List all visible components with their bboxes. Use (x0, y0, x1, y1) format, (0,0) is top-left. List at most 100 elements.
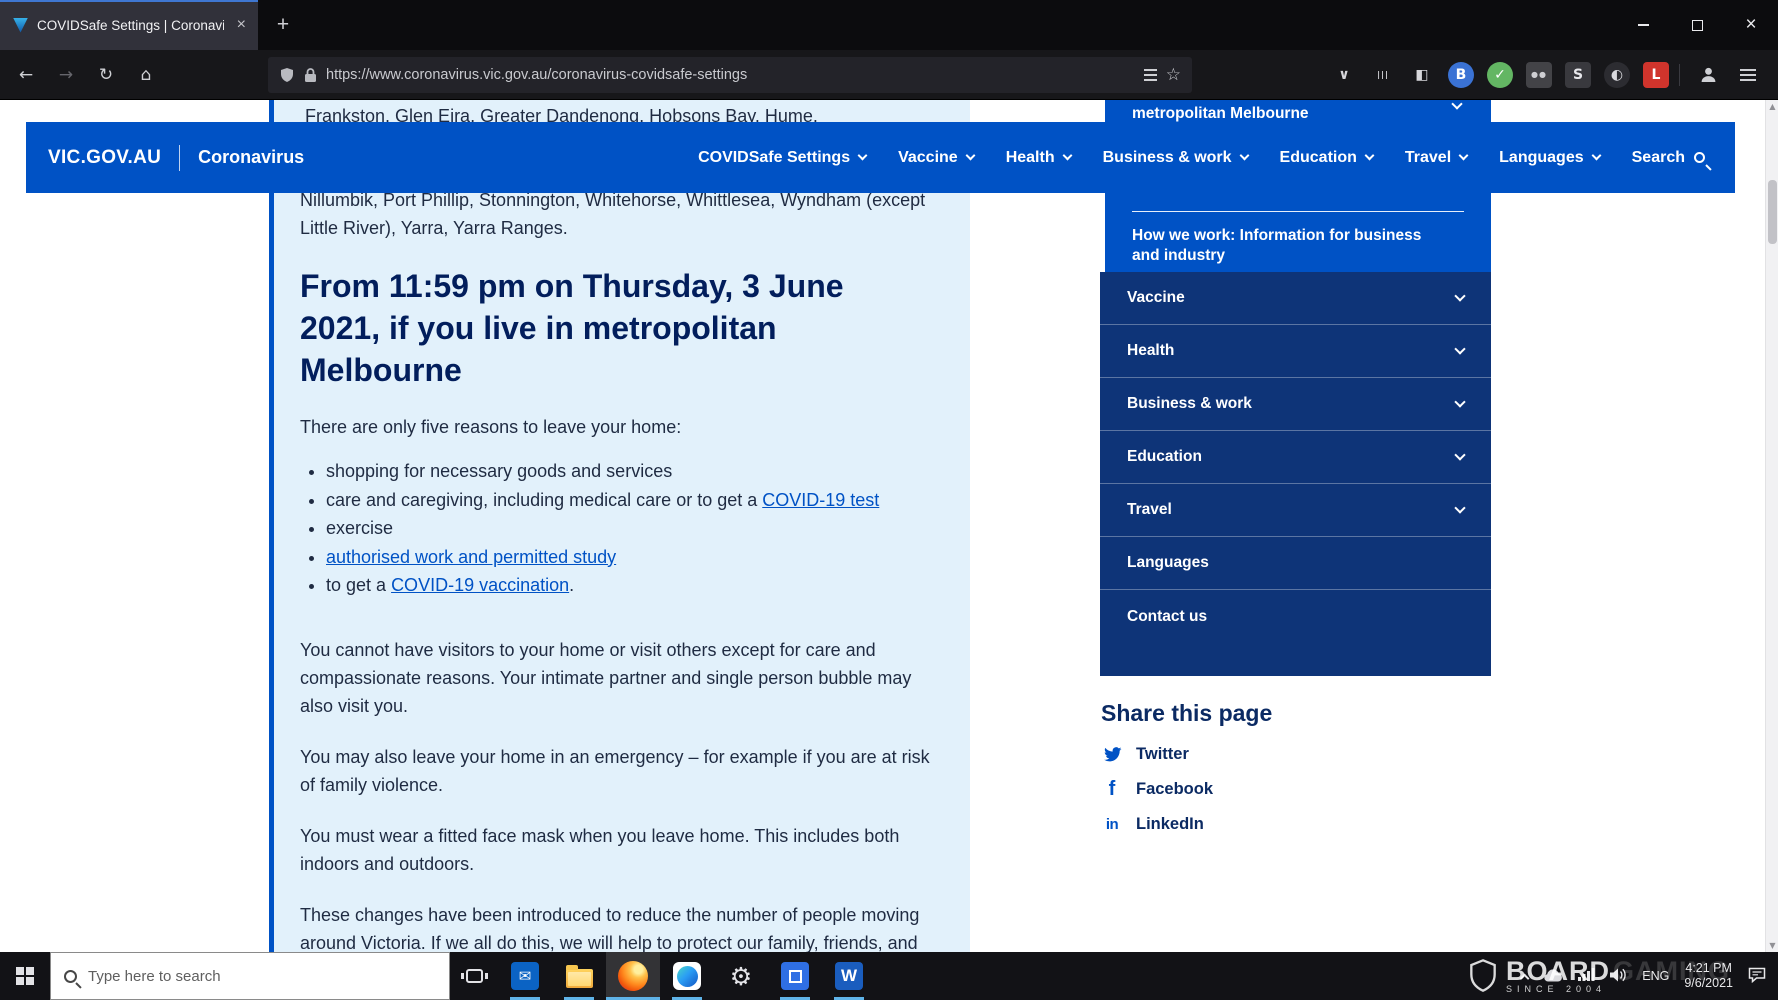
browser-toolbar: ← → ↻ ⌂ https://www.coronavirus.vic.gov.… (0, 50, 1778, 100)
bitwarden-icon[interactable]: B (1448, 62, 1474, 88)
nav-item-education[interactable]: Education (1280, 149, 1373, 167)
taskbar-clock[interactable]: 4:21 PM 9/6/2021 (1684, 961, 1733, 991)
list-item: exercise (326, 514, 930, 543)
nav-item-business-work[interactable]: Business & work (1103, 149, 1248, 167)
task-view-button[interactable] (450, 952, 498, 1000)
sidebar-item-contact-us[interactable]: Contact us (1100, 590, 1491, 643)
back-button[interactable]: ← (8, 58, 44, 92)
tab-close-icon[interactable]: × (233, 16, 250, 34)
sidebar-item-how-we-work[interactable]: How we work: Information for business an… (1132, 226, 1433, 266)
sidebar-item-label: Health (1127, 342, 1174, 360)
inline-link[interactable]: authorised work and permitted study (326, 547, 616, 567)
reasons-list: shopping for necessary goods and service… (305, 457, 930, 600)
window-close-button[interactable]: × (1724, 0, 1778, 50)
site-brand[interactable]: VIC.GOV.AU Coronavirus (48, 145, 304, 171)
tracking-protection-shield-icon[interactable] (279, 67, 295, 83)
chevron-down-icon (1454, 396, 1465, 407)
chevron-down-icon (1062, 151, 1072, 161)
sidebar-item-health[interactable]: Health (1100, 325, 1491, 378)
share-linkedin-link[interactable]: inLinkedIn (1101, 815, 1481, 834)
new-tab-button[interactable]: + (266, 8, 300, 42)
task-view-icon (466, 969, 483, 983)
share-facebook-link[interactable]: fFacebook (1101, 778, 1481, 801)
scrollbar-thumb[interactable] (1768, 180, 1777, 244)
lock-icon[interactable] (304, 67, 317, 83)
account-icon[interactable] (1690, 58, 1726, 92)
nav-item-vaccine[interactable]: Vaccine (898, 149, 974, 167)
onedrive-cloud-icon[interactable] (1543, 968, 1563, 985)
bookmark-star-icon[interactable]: ☆ (1166, 65, 1181, 85)
file-explorer-taskbar-button[interactable] (552, 952, 606, 1000)
bullet-text: exercise (326, 518, 393, 538)
word-icon: W (835, 962, 863, 990)
menu-button[interactable] (1730, 58, 1766, 92)
inline-link[interactable]: COVID-19 test (762, 490, 879, 510)
vic-gov-logo[interactable]: VIC.GOV.AU (48, 147, 161, 169)
darkreader-icon[interactable]: ◐ (1604, 62, 1630, 88)
nav-item-covidsafe-settings[interactable]: COVIDSafe Settings (698, 149, 866, 167)
scroll-up-arrow-icon[interactable]: ▲ (1766, 102, 1778, 111)
chevron-down-icon (858, 151, 868, 161)
chevron-down-icon (1454, 449, 1465, 460)
sidebar-item-label: Travel (1127, 501, 1172, 519)
start-button[interactable] (0, 952, 50, 1000)
network-signal-icon[interactable] (1578, 968, 1595, 984)
share-twitter-link[interactable]: Twitter (1101, 745, 1481, 764)
sidebar-item-vaccine[interactable]: Vaccine (1100, 272, 1491, 325)
sidebar-item-how-we-live[interactable]: How we live: Information for metropolita… (1132, 100, 1433, 124)
home-button[interactable]: ⌂ (128, 58, 164, 92)
library-icon[interactable]: ||| (1370, 62, 1396, 88)
tray-expand-icon[interactable] (1520, 973, 1530, 983)
taskbar-search[interactable] (50, 952, 450, 1000)
sidebar-item-education[interactable]: Education (1100, 431, 1491, 484)
lastpass-icon[interactable]: L (1643, 62, 1669, 88)
nav-item-health[interactable]: Health (1006, 149, 1071, 167)
action-center-icon[interactable] (1748, 967, 1766, 986)
firefox-taskbar-button[interactable] (606, 952, 660, 1000)
window-minimize-button[interactable] (1616, 0, 1670, 50)
settings-taskbar-button[interactable]: ⚙ (714, 952, 768, 1000)
language-indicator[interactable]: ENG (1642, 969, 1669, 983)
share-section: Share this page TwitterfFacebookinLinked… (1101, 700, 1481, 848)
search-input[interactable] (88, 968, 436, 985)
forward-button[interactable]: → (48, 58, 84, 92)
mail-icon: ✉ (511, 962, 539, 990)
edge-taskbar-button[interactable] (660, 952, 714, 1000)
nav-item-travel[interactable]: Travel (1405, 149, 1467, 167)
sidebar-item-business-work[interactable]: Business & work (1100, 378, 1491, 431)
sidebar-item-languages[interactable]: Languages (1100, 537, 1491, 590)
reload-button[interactable]: ↻ (88, 58, 124, 92)
sidebar-menu: Vaccine Health Business & workEducation Tra… (1100, 272, 1491, 676)
nav-item-label: Vaccine (898, 149, 958, 167)
brand-divider (179, 145, 180, 171)
nav-item-languages[interactable]: Languages (1499, 149, 1599, 167)
nav-item-label: Health (1006, 149, 1055, 167)
word-taskbar-button[interactable]: W (822, 952, 876, 1000)
share-links: Twitter fFacebook inLinkedIn (1101, 745, 1481, 834)
mail-taskbar-button[interactable]: ✉ (498, 952, 552, 1000)
reader-mode-icon[interactable] (1144, 69, 1157, 81)
windows-taskbar: ✉ ⚙ W ENG 4:21 PM 9/6/2021 (0, 952, 1778, 1000)
bullet-text: shopping for necessary goods and service… (326, 461, 672, 481)
nav-item-search[interactable]: Search (1632, 149, 1705, 167)
scroll-down-arrow-icon[interactable]: ▼ (1766, 941, 1778, 950)
pocket-icon[interactable]: ∨ (1331, 62, 1357, 88)
sidebar-item-travel[interactable]: Travel (1100, 484, 1491, 537)
page-scrollbar[interactable]: ▲ ▼ (1765, 100, 1778, 952)
url-bar[interactable]: https://www.coronavirus.vic.gov.au/coron… (268, 57, 1192, 93)
adguard-icon[interactable]: ✓ (1487, 62, 1513, 88)
window-maximize-button[interactable] (1670, 0, 1724, 50)
sidebar-item-label: Vaccine (1127, 289, 1185, 307)
nav-item-label: Education (1280, 149, 1357, 167)
volume-icon[interactable] (1610, 968, 1627, 985)
firefox-icon (618, 961, 648, 991)
site-name[interactable]: Coronavirus (198, 147, 304, 168)
inline-link[interactable]: COVID-19 vaccination (391, 575, 569, 595)
tray-time: 4:21 PM (1685, 961, 1732, 976)
tampermonkey-icon[interactable]: ●● (1526, 62, 1552, 88)
stylus-icon[interactable]: S (1565, 62, 1591, 88)
sidebar-icon[interactable]: ◧ (1409, 62, 1435, 88)
photos-taskbar-button[interactable] (768, 952, 822, 1000)
browser-tab[interactable]: COVIDSafe Settings | Coronavir × (0, 0, 258, 50)
extensions-area: ∨ ||| ◧ B ✓ ●● S ◐ L (1331, 62, 1669, 88)
